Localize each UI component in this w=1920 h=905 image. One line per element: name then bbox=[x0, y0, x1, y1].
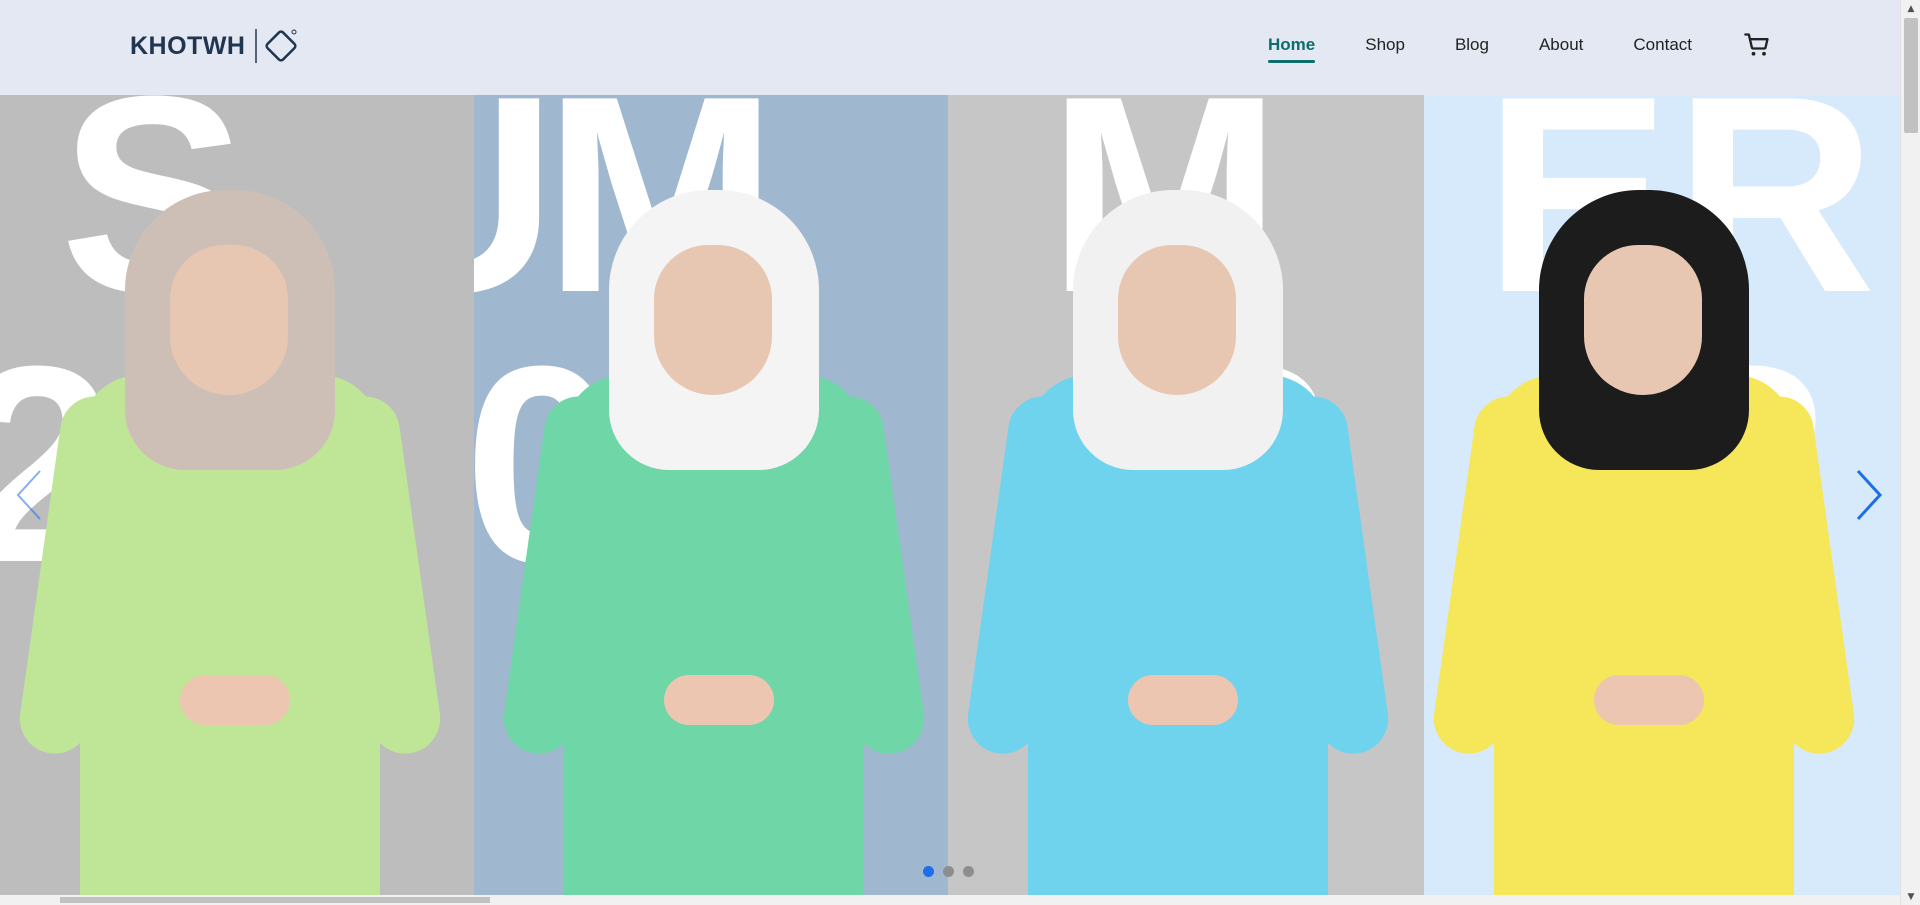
slider-dot-1[interactable] bbox=[923, 866, 934, 877]
chevron-right-icon[interactable] bbox=[1848, 465, 1888, 525]
slide-panel-3: M 2 bbox=[948, 95, 1424, 895]
model-figure-2 bbox=[499, 135, 929, 895]
scrollbar-thumb[interactable] bbox=[1904, 18, 1918, 133]
nav-about[interactable]: About bbox=[1539, 27, 1583, 63]
page: KHOTWH Home Shop Blog About Contact R ▲ … bbox=[0, 0, 1920, 905]
slider-pagination bbox=[923, 866, 983, 877]
slide-panel-4: E R 2 bbox=[1424, 95, 1900, 895]
vertical-scrollbar[interactable]: ▲ ▼ bbox=[1900, 0, 1920, 905]
slider-dot-3[interactable] bbox=[963, 866, 974, 877]
slider-dot-2[interactable] bbox=[943, 866, 954, 877]
diamond-logo-icon bbox=[261, 26, 301, 66]
chevron-left-icon[interactable] bbox=[10, 465, 50, 525]
model-figure-3 bbox=[963, 135, 1393, 895]
slide-panel-1: S 2 bbox=[0, 95, 474, 895]
scroll-down-icon[interactable]: ▼ bbox=[1901, 888, 1920, 905]
logo-divider bbox=[255, 29, 258, 63]
nav-shop[interactable]: Shop bbox=[1365, 27, 1405, 63]
main-nav: Home Shop Blog About Contact bbox=[1218, 0, 1772, 90]
site-header: KHOTWH Home Shop Blog About Contact bbox=[0, 0, 1900, 95]
horizontal-scrollbar-thumb[interactable] bbox=[60, 897, 490, 903]
model-figure-4 bbox=[1429, 135, 1859, 895]
horizontal-scrollbar[interactable] bbox=[0, 895, 1900, 905]
nav-blog[interactable]: Blog bbox=[1455, 27, 1489, 63]
nav-home[interactable]: Home bbox=[1268, 27, 1316, 63]
hero-slider: S 2 U M 0 bbox=[0, 95, 1900, 895]
scroll-up-icon[interactable]: ▲ bbox=[1901, 0, 1920, 17]
model-figure-1 bbox=[15, 135, 445, 895]
cart-icon[interactable] bbox=[1742, 30, 1772, 60]
brand-name: KHOTWH bbox=[130, 31, 246, 60]
nav-contact[interactable]: Contact bbox=[1633, 27, 1692, 63]
brand-logo[interactable]: KHOTWH bbox=[130, 24, 301, 68]
slide-panel-2: U M 0 bbox=[474, 95, 948, 895]
